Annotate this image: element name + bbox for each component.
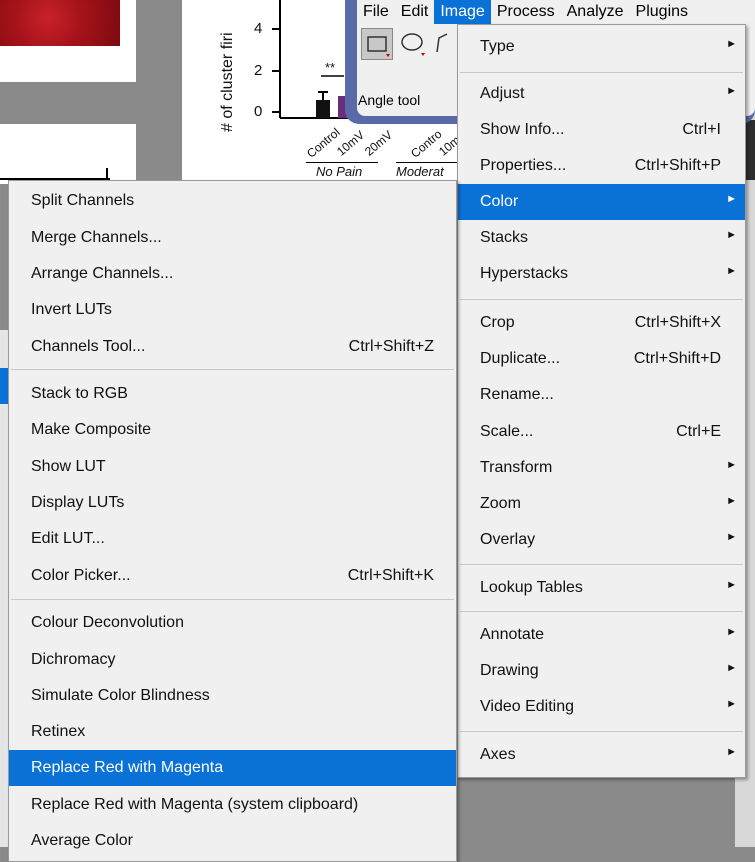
menu-item-type[interactable]: Type ► [458,29,745,65]
menu-separator [460,72,743,73]
menu-item-average-color[interactable]: Average Color [9,823,456,859]
menu-item-retinex[interactable]: Retinex [9,714,456,750]
rectangle-tool-icon[interactable] [361,28,393,60]
menu-item-edit-lut[interactable]: Edit LUT... [9,521,456,557]
submenu-arrow-icon: ► [726,38,737,50]
menu-separator [460,564,743,565]
gray-strip-left [0,84,182,124]
left-figure-panel [0,124,136,184]
chart-y-axis-label: # of cluster firi [219,32,236,132]
submenu-arrow-icon: ► [726,495,737,507]
submenu-arrow-icon: ► [726,229,737,241]
menu-process[interactable]: Process [491,0,561,24]
menu-item-stacks[interactable]: Stacks ► [458,220,745,256]
submenu-arrow-icon: ► [726,193,737,205]
submenu-arrow-icon: ► [726,85,737,97]
image-menu: Type ► Adjust ► Show Info... Ctrl+I Propert… [457,24,746,778]
submenu-arrow-icon: ► [726,626,737,638]
significance-marker: ** [325,60,336,75]
menu-item-overlay[interactable]: Overlay ► [458,522,745,558]
left-edge-strip [0,330,8,847]
menu-item-rename[interactable]: Rename... [458,377,745,413]
submenu-arrow-icon: ► [726,265,737,277]
red-fluorescence-image [0,0,120,46]
menu-item-replace-red-with-magenta-clipboard[interactable]: Replace Red with Magenta (system clipboa… [9,787,456,823]
menu-item-hyperstacks[interactable]: Hyperstacks ► [458,256,745,292]
polygon-tool-icon[interactable] [433,28,453,58]
menu-item-video-editing[interactable]: Video Editing ► [458,689,745,725]
menu-item-scale[interactable]: Scale... Ctrl+E [458,414,745,450]
status-text: Angle tool [358,92,421,108]
menu-item-replace-red-with-magenta[interactable]: Replace Red with Magenta [9,750,456,786]
menu-item-make-composite[interactable]: Make Composite [9,412,456,448]
menu-item-arrange-channels[interactable]: Arrange Channels... [9,256,456,292]
menu-item-drawing[interactable]: Drawing ► [458,653,745,689]
menu-item-axes[interactable]: Axes ► [458,737,745,773]
submenu-arrow-icon: ► [726,746,737,758]
menu-item-annotate[interactable]: Annotate ► [458,617,745,653]
group-underline [306,162,378,163]
menu-item-properties[interactable]: Properties... Ctrl+Shift+P [458,148,745,184]
menu-item-show-info[interactable]: Show Info... Ctrl+I [458,112,745,148]
submenu-arrow-icon: ► [726,698,737,710]
menu-item-simulate-color-blindness[interactable]: Simulate Color Blindness [9,678,456,714]
menu-file[interactable]: File [357,0,395,24]
menu-item-show-lut[interactable]: Show LUT [9,449,456,485]
menu-item-invert-luts[interactable]: Invert LUTs [9,292,456,328]
menu-item-channels-tool[interactable]: Channels Tool... Ctrl+Shift+Z [9,329,456,365]
submenu-arrow-icon: ► [726,579,737,591]
y-tick-label: 4 [254,20,263,37]
left-edge-blue [0,368,8,404]
oval-tool-icon[interactable] [397,28,427,58]
menu-separator [460,299,743,300]
submenu-arrow-icon: ► [726,531,737,543]
menu-item-crop[interactable]: Crop Ctrl+Shift+X [458,305,745,341]
menu-item-adjust[interactable]: Adjust ► [458,76,745,112]
menu-item-lookup-tables[interactable]: Lookup Tables ► [458,570,745,606]
menu-item-display-luts[interactable]: Display LUTs [9,485,456,521]
menu-image[interactable]: Image [434,0,491,24]
menu-item-zoom[interactable]: Zoom ► [458,486,745,522]
submenu-arrow-icon: ► [726,459,737,471]
menu-item-stack-to-rgb[interactable]: Stack to RGB [9,376,456,412]
menu-item-split-channels[interactable]: Split Channels [9,183,456,219]
color-submenu: Split Channels Merge Channels... Arrange… [8,180,457,862]
y-tick-label: 2 [254,62,263,79]
imagej-menubar: File Edit Image Process Analyze Plugins [357,0,755,24]
menu-edit[interactable]: Edit [395,0,435,24]
group-label-no-pain: No Pain [316,164,363,179]
menu-item-dichromacy[interactable]: Dichromacy [9,642,456,678]
menu-item-merge-channels[interactable]: Merge Channels... [9,220,456,256]
bar-control [316,100,330,118]
menu-item-colour-deconvolution[interactable]: Colour Deconvolution [9,605,456,641]
menu-separator [460,611,743,612]
menu-separator [11,369,454,370]
menu-item-transform[interactable]: Transform ► [458,450,745,486]
menu-item-color[interactable]: Color ► [458,184,745,220]
menu-item-color-picker[interactable]: Color Picker... Ctrl+Shift+K [9,558,456,594]
menu-analyze[interactable]: Analyze [561,0,630,24]
menu-plugins[interactable]: Plugins [630,0,694,24]
group-underline [396,162,458,163]
group-label-moderate: Moderat [396,164,444,179]
menu-item-duplicate[interactable]: Duplicate... Ctrl+Shift+D [458,341,745,377]
menu-separator [460,731,743,732]
submenu-arrow-icon: ► [726,662,737,674]
y-tick-label: 0 [254,103,263,120]
menu-separator [11,599,454,600]
